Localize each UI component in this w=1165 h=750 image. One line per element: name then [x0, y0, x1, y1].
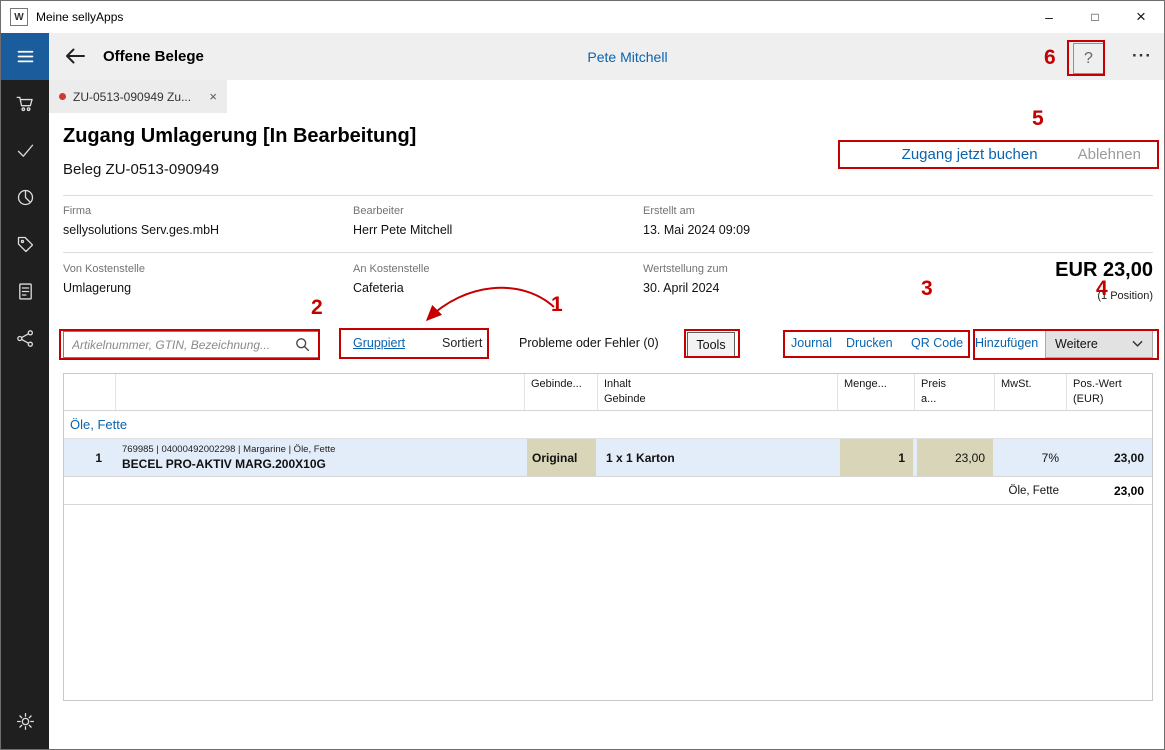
divider — [63, 252, 1153, 253]
weitere-label: Weitere — [1055, 337, 1098, 351]
summary-value: 23,00 — [1067, 477, 1152, 504]
tag-icon — [15, 234, 36, 255]
positions-table: Gebinde... Inhalt Gebinde Menge... Preis… — [63, 373, 1153, 701]
document-title: Zugang Umlagerung [In Bearbeitung] — [63, 125, 416, 148]
col-gebinde: Gebinde... — [525, 374, 598, 410]
app-window: W Meine sellyApps – □ × — [0, 0, 1165, 750]
weitere-dropdown[interactable]: Weitere — [1045, 330, 1153, 358]
share-network-icon — [15, 328, 36, 349]
app-logo-icon: W — [10, 8, 28, 26]
qr-code-link[interactable]: QR Code — [911, 336, 963, 350]
chevron-down-icon — [1132, 340, 1143, 348]
von-kostenstelle-value: Umlagerung — [63, 281, 131, 295]
print-link[interactable]: Drucken — [846, 336, 893, 350]
back-arrow-icon — [63, 44, 87, 68]
window-title: Meine sellyApps — [36, 10, 123, 24]
journal-link[interactable]: Journal — [791, 336, 832, 350]
row-preis[interactable]: 23,00 — [915, 439, 995, 476]
wertstellung-value: 30. April 2024 — [643, 281, 719, 295]
document-number: Beleg ZU-0513-090949 — [63, 161, 219, 178]
add-link[interactable]: Hinzufügen — [975, 336, 1038, 350]
wertstellung-label: Wertstellung zum — [643, 263, 728, 275]
hamburger-menu-icon — [15, 46, 36, 67]
sidebar-item-statistics[interactable] — [1, 174, 49, 221]
minimize-button[interactable]: – — [1026, 1, 1072, 33]
table-header-row: Gebinde... Inhalt Gebinde Menge... Preis… — [64, 374, 1152, 411]
grouped-toggle[interactable]: Gruppiert — [353, 336, 405, 350]
article-name: BECEL PRO-AKTIV MARG.200X10G — [122, 457, 326, 471]
col-menge: Menge... — [838, 374, 915, 410]
sidebar-item-journal[interactable] — [1, 268, 49, 315]
group-summary-row: Öle, Fette 23,00 — [64, 477, 1152, 505]
tools-button[interactable]: Tools — [687, 332, 735, 357]
search-input[interactable] — [63, 331, 319, 358]
cart-icon — [15, 93, 36, 114]
firma-value: sellysolutions Serv.ges.mbH — [63, 223, 219, 237]
window-controls: – □ × — [1026, 1, 1164, 33]
row-wert: 23,00 — [1067, 439, 1152, 476]
sidebar-item-settings[interactable] — [1, 698, 49, 745]
article-info: 769985 | 04000492002298 | Margarine | Öl… — [122, 444, 335, 456]
sidebar — [1, 33, 49, 750]
document-content: Zugang Umlagerung [In Bearbeitung] Zugan… — [49, 113, 1165, 750]
group-header-row[interactable]: Öle, Fette — [64, 411, 1152, 439]
row-menge[interactable]: 1 — [838, 439, 915, 476]
settings-gear-icon — [15, 711, 36, 732]
total-amount: EUR 23,00 — [1055, 259, 1153, 282]
sorted-toggle[interactable]: Sortiert — [442, 336, 482, 350]
tab-close-icon[interactable]: × — [201, 89, 217, 104]
maximize-button[interactable]: □ — [1072, 1, 1118, 33]
col-preis: Preis a... — [915, 374, 995, 410]
an-kostenstelle-label: An Kostenstelle — [353, 263, 429, 275]
command-bar: Offene Belege Pete Mitchell ? ··· — [49, 33, 1165, 80]
reject-button[interactable]: Ablehnen — [1078, 146, 1141, 163]
col-number — [64, 374, 116, 410]
journal-book-icon — [15, 281, 36, 302]
table-row[interactable]: 1 769985 | 04000492002298 | Margarine | … — [64, 439, 1152, 477]
row-article: 769985 | 04000492002298 | Margarine | Öl… — [116, 439, 525, 476]
row-gebinde[interactable]: Original — [525, 439, 598, 476]
search-icon[interactable] — [294, 336, 311, 353]
user-name[interactable]: Pete Mitchell — [89, 49, 1165, 65]
unsaved-dot-icon — [59, 93, 66, 100]
tab-document[interactable]: ZU-0513-090949 Zu... × — [49, 80, 227, 113]
row-inhalt: 1 x 1 Karton — [598, 439, 838, 476]
row-position: 1 — [64, 439, 116, 476]
bearbeiter-value: Herr Pete Mitchell — [353, 223, 452, 237]
document-actions: Zugang jetzt buchen Ablehnen — [902, 146, 1141, 163]
bearbeiter-label: Bearbeiter — [353, 205, 404, 217]
col-article — [116, 374, 525, 410]
sidebar-item-tasks[interactable] — [1, 127, 49, 174]
col-mwst: MwSt. — [995, 374, 1067, 410]
pie-chart-icon — [15, 187, 36, 208]
firma-label: Firma — [63, 205, 91, 217]
col-inhalt: Inhalt Gebinde — [598, 374, 838, 410]
book-receipt-button[interactable]: Zugang jetzt buchen — [902, 146, 1038, 163]
more-options-button[interactable]: ··· — [1132, 46, 1152, 66]
an-kostenstelle-value: Cafeteria — [353, 281, 404, 295]
checkmark-icon — [15, 140, 36, 161]
position-count: (1 Position) — [1097, 290, 1153, 302]
sidebar-item-tags[interactable] — [1, 221, 49, 268]
sidebar-item-cart[interactable] — [1, 80, 49, 127]
row-mwst: 7% — [995, 439, 1067, 476]
hamburger-menu-button[interactable] — [1, 33, 49, 80]
sidebar-item-share[interactable] — [1, 315, 49, 362]
divider — [63, 195, 1153, 196]
back-button[interactable] — [63, 44, 87, 68]
erstellt-label: Erstellt am — [643, 205, 695, 217]
problems-status: Probleme oder Fehler (0) — [519, 336, 659, 350]
help-button[interactable]: ? — [1073, 43, 1104, 74]
tab-strip: ZU-0513-090949 Zu... × — [49, 80, 1165, 113]
close-button[interactable]: × — [1118, 1, 1164, 33]
titlebar: W Meine sellyApps – □ × — [1, 1, 1164, 33]
tab-label: ZU-0513-090949 Zu... — [73, 90, 191, 104]
erstellt-value: 13. Mai 2024 09:09 — [643, 223, 750, 237]
von-kostenstelle-label: Von Kostenstelle — [63, 263, 145, 275]
col-pos-wert: Pos.-Wert (EUR) — [1067, 374, 1152, 410]
summary-label: Öle, Fette — [64, 477, 1067, 504]
